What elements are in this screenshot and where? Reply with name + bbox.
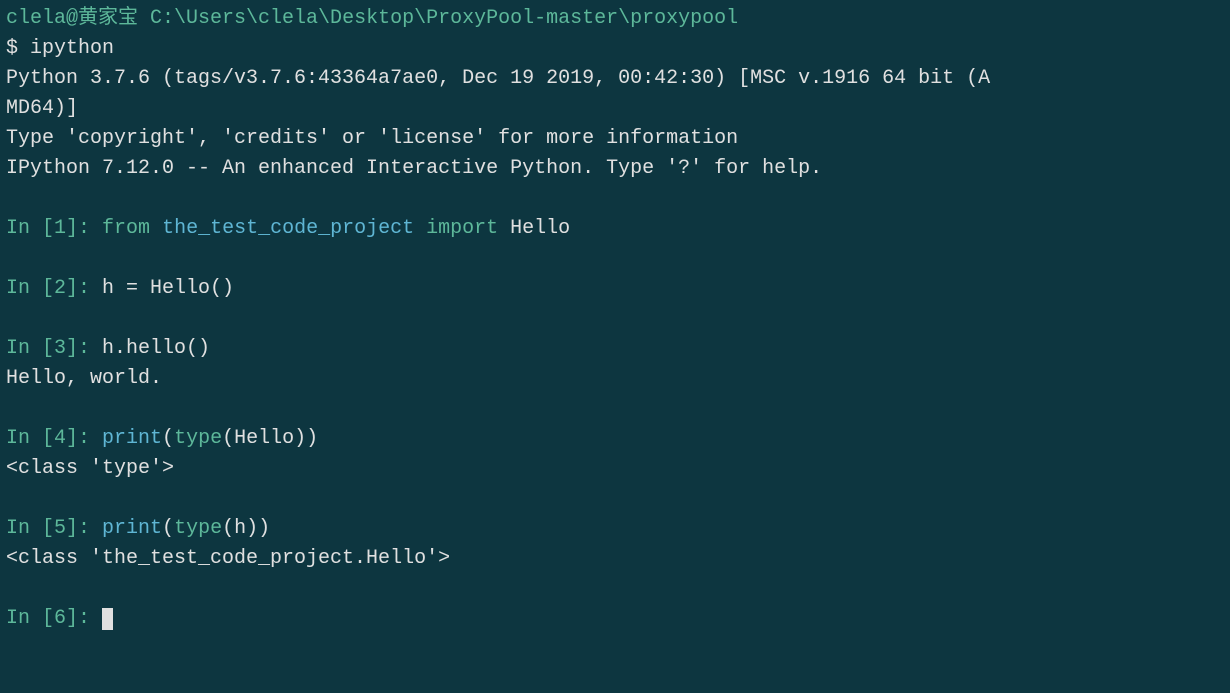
func-print: print xyxy=(102,517,162,540)
arg: h xyxy=(234,517,246,540)
blank-line xyxy=(6,184,1224,214)
paren: ( xyxy=(162,427,174,450)
paren: ) xyxy=(294,427,306,450)
blank-line xyxy=(6,304,1224,334)
terminal-output[interactable]: clela@黄家宝 C:\Users\clela\Desktop\ProxyPo… xyxy=(6,4,1224,634)
paren: ( xyxy=(162,517,174,540)
blank-line xyxy=(6,394,1224,424)
in-prompt: In [5]: xyxy=(6,517,90,540)
ipython-cell-1: In [1]: from the_test_code_project impor… xyxy=(6,214,1224,244)
blank-line xyxy=(6,484,1224,514)
user-host: clela@黄家宝 xyxy=(6,7,138,30)
ipython-cell-6[interactable]: In [6]: xyxy=(6,604,1224,634)
func-print: print xyxy=(102,427,162,450)
in-prompt: In [6]: xyxy=(6,607,90,630)
module-name: the_test_code_project xyxy=(162,217,414,240)
cell-output: Hello, world. xyxy=(6,364,1224,394)
paren: ( xyxy=(222,427,234,450)
prompt-symbol: $ xyxy=(6,37,18,60)
cell-output: <class 'type'> xyxy=(6,454,1224,484)
in-prompt: In [2]: xyxy=(6,277,90,300)
ipython-cell-5: In [5]: print(type(h)) xyxy=(6,514,1224,544)
paren: ) xyxy=(246,517,258,540)
blank-line xyxy=(6,244,1224,274)
keyword-from: from xyxy=(102,217,150,240)
builtin-type: type xyxy=(174,517,222,540)
startup-line: IPython 7.12.0 -- An enhanced Interactiv… xyxy=(6,154,1224,184)
in-prompt: In [4]: xyxy=(6,427,90,450)
ipython-cell-4: In [4]: print(type(Hello)) xyxy=(6,424,1224,454)
startup-line: Python 3.7.6 (tags/v3.7.6:43364a7ae0, De… xyxy=(6,64,1224,94)
arg: Hello xyxy=(234,427,294,450)
import-name: Hello xyxy=(510,217,570,240)
cell-output: <class 'the_test_code_project.Hello'> xyxy=(6,544,1224,574)
code: h = Hello() xyxy=(102,277,234,300)
current-path: C:\Users\clela\Desktop\ProxyPool-master\… xyxy=(150,7,738,30)
startup-line: Type 'copyright', 'credits' or 'license'… xyxy=(6,124,1224,154)
paren: ) xyxy=(258,517,270,540)
ipython-cell-2: In [2]: h = Hello() xyxy=(6,274,1224,304)
shell-prompt-line: clela@黄家宝 C:\Users\clela\Desktop\ProxyPo… xyxy=(6,4,1224,34)
cursor-icon xyxy=(102,608,113,630)
builtin-type: type xyxy=(174,427,222,450)
in-prompt: In [3]: xyxy=(6,337,90,360)
shell-command-line: $ ipython xyxy=(6,34,1224,64)
keyword-import: import xyxy=(426,217,498,240)
paren: ) xyxy=(306,427,318,450)
ipython-cell-3: In [3]: h.hello() xyxy=(6,334,1224,364)
shell-command: ipython xyxy=(30,37,114,60)
startup-line: MD64)] xyxy=(6,94,1224,124)
blank-line xyxy=(6,574,1224,604)
code: h.hello() xyxy=(102,337,210,360)
in-prompt: In [1]: xyxy=(6,217,90,240)
paren: ( xyxy=(222,517,234,540)
